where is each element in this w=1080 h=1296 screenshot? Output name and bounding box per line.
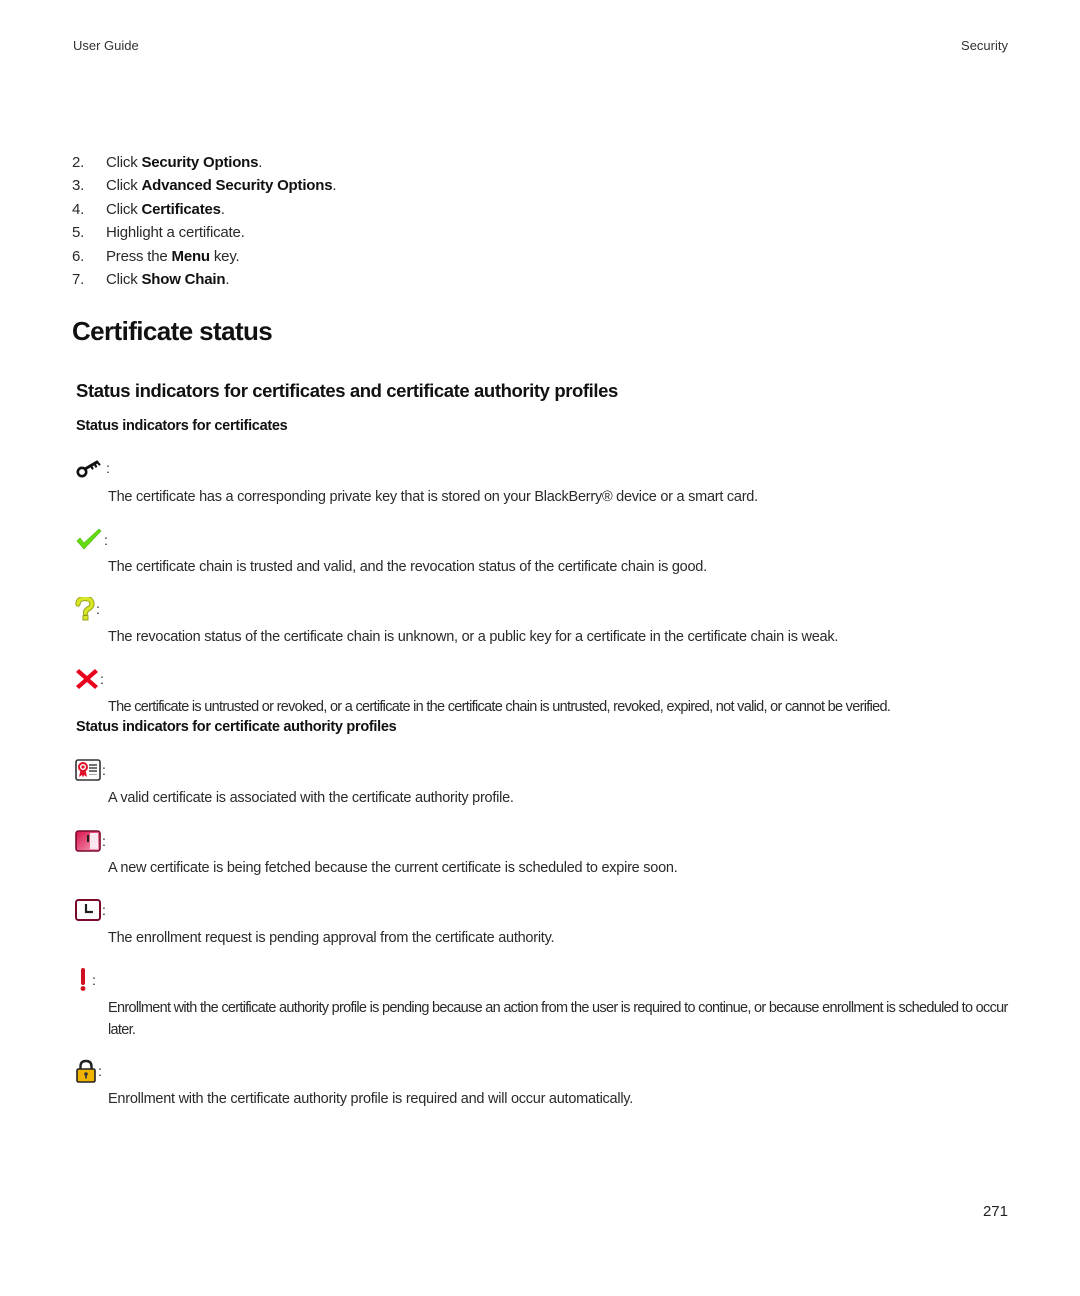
indicator-untrusted-description: The certificate is untrusted or revoked,… (108, 699, 891, 715)
steps-list: 2. Click Security Options. 3. Click Advanc… (72, 151, 337, 291)
section-title: Certificate status (72, 316, 273, 346)
step-number: 7. (72, 270, 85, 288)
step-ui-term: Menu (171, 247, 211, 265)
checkmark-icon (75, 528, 103, 552)
header-document-title: User Guide (73, 38, 139, 53)
indicator-colon: : (102, 762, 106, 778)
indicator-colon: : (104, 532, 108, 548)
indicator-ca-expiring-description: A new certificate is being fetched becau… (108, 860, 678, 876)
indicator-ca-action-required: : (75, 968, 96, 992)
step-text: Click (106, 177, 142, 195)
question-mark-icon (75, 597, 95, 621)
indicator-trusted-description: The certificate chain is trusted and val… (108, 559, 707, 575)
step-text: Click (106, 200, 142, 218)
step-ui-term: Certificates (141, 200, 221, 218)
indicator-colon: : (98, 1063, 102, 1079)
step-number: 3. (72, 177, 85, 195)
indicator-ca-required-description: Enrollment with the certificate authorit… (108, 1091, 634, 1107)
ca-profiles-heading: Status indicators for certificate author… (76, 719, 397, 735)
indicator-ca-valid: : (75, 758, 106, 782)
subsection-title: Status indicators for certificates and c… (76, 380, 618, 401)
indicator-colon: : (106, 460, 110, 476)
indicator-colon: : (102, 902, 106, 918)
step-text-end: key. (209, 247, 240, 265)
indicator-key-description: The certificate has a corresponding priv… (108, 489, 758, 505)
indicator-trusted: : (75, 528, 108, 552)
indicator-colon: : (96, 601, 100, 617)
page-number: 271 (982, 1203, 1008, 1220)
certificate-expiring-icon (75, 830, 101, 852)
step-text: Press the (106, 247, 172, 265)
indicator-ca-valid-description: A valid certificate is associated with t… (108, 790, 514, 806)
step-item: 3. Click Advanced Security Options. (72, 174, 337, 197)
step-number: 2. (72, 154, 85, 171)
clock-pending-icon (75, 899, 101, 921)
step-item: 6. Press the Menu key. (72, 245, 336, 268)
indicator-unknown: : (75, 597, 100, 621)
indicator-ca-expiring: : (75, 829, 106, 853)
step-text-end: . (220, 200, 225, 218)
step-text: Click (106, 270, 142, 288)
indicator-colon: : (92, 972, 96, 988)
step-text: Highlight a certificate. (106, 224, 245, 242)
step-text-end: . (258, 154, 263, 171)
step-text: Click (106, 154, 142, 171)
padlock-icon (75, 1059, 97, 1083)
red-x-icon (75, 667, 99, 691)
step-number: 5. (72, 224, 85, 242)
indicator-ca-pending: : (75, 898, 106, 922)
exclamation-icon (75, 968, 91, 992)
indicator-ca-action-required-description: Enrollment with the certificate authorit… (108, 1000, 1008, 1038)
indicator-ca-required: : (75, 1059, 102, 1083)
step-ui-term: Advanced Security Options (141, 177, 333, 195)
valid-certificate-icon (75, 759, 101, 781)
certificates-heading: Status indicators for certificates (76, 418, 288, 434)
step-item: 4. Click Certificates. (72, 198, 336, 221)
step-text-end: . (332, 177, 337, 195)
step-ui-term: Show Chain (141, 270, 226, 288)
header-section-name: Security (961, 38, 1008, 53)
step-text-end: . (225, 270, 230, 288)
step-item: 5. Highlight a certificate. (72, 221, 336, 244)
step-number: 4. (72, 200, 85, 218)
indicator-ca-pending-description: The enrollment request is pending approv… (108, 930, 555, 946)
step-ui-term: Security Options (141, 154, 259, 171)
indicator-colon: : (102, 833, 106, 849)
indicator-key: : (75, 456, 110, 480)
step-item: 2. Click Security Options. (72, 151, 336, 174)
indicator-untrusted: : (75, 667, 104, 691)
step-item: 7. Click Show Chain. (72, 268, 336, 291)
step-number: 6. (72, 247, 85, 265)
indicator-unknown-description: The revocation status of the certificate… (108, 629, 839, 645)
key-icon (75, 457, 105, 479)
indicator-colon: : (100, 671, 104, 687)
